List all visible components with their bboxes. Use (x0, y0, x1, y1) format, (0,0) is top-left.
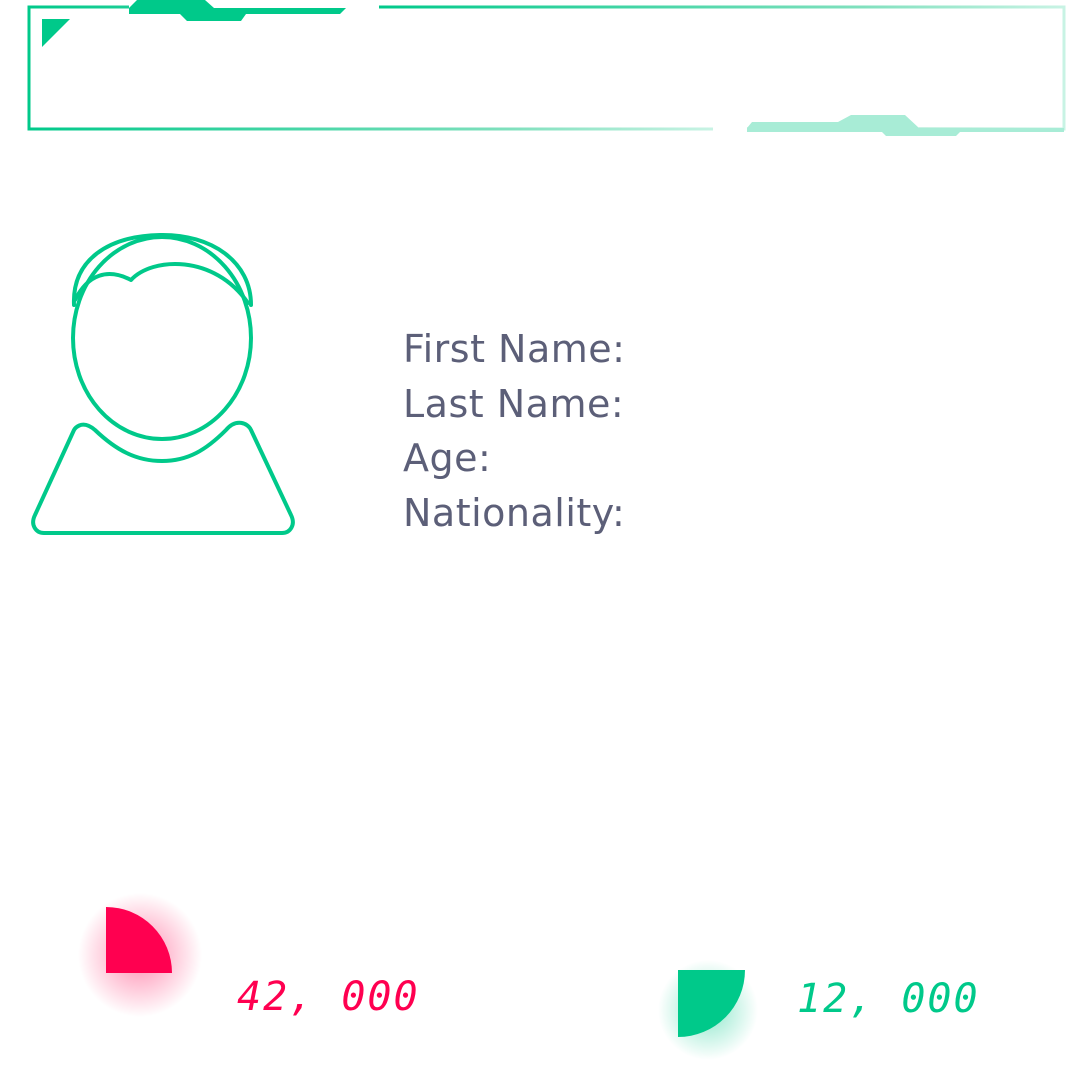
stat-left-value: 42, 000 (237, 974, 420, 1020)
stat-icons (78, 893, 758, 1060)
stat-right-value: 12, 000 (797, 976, 980, 1022)
